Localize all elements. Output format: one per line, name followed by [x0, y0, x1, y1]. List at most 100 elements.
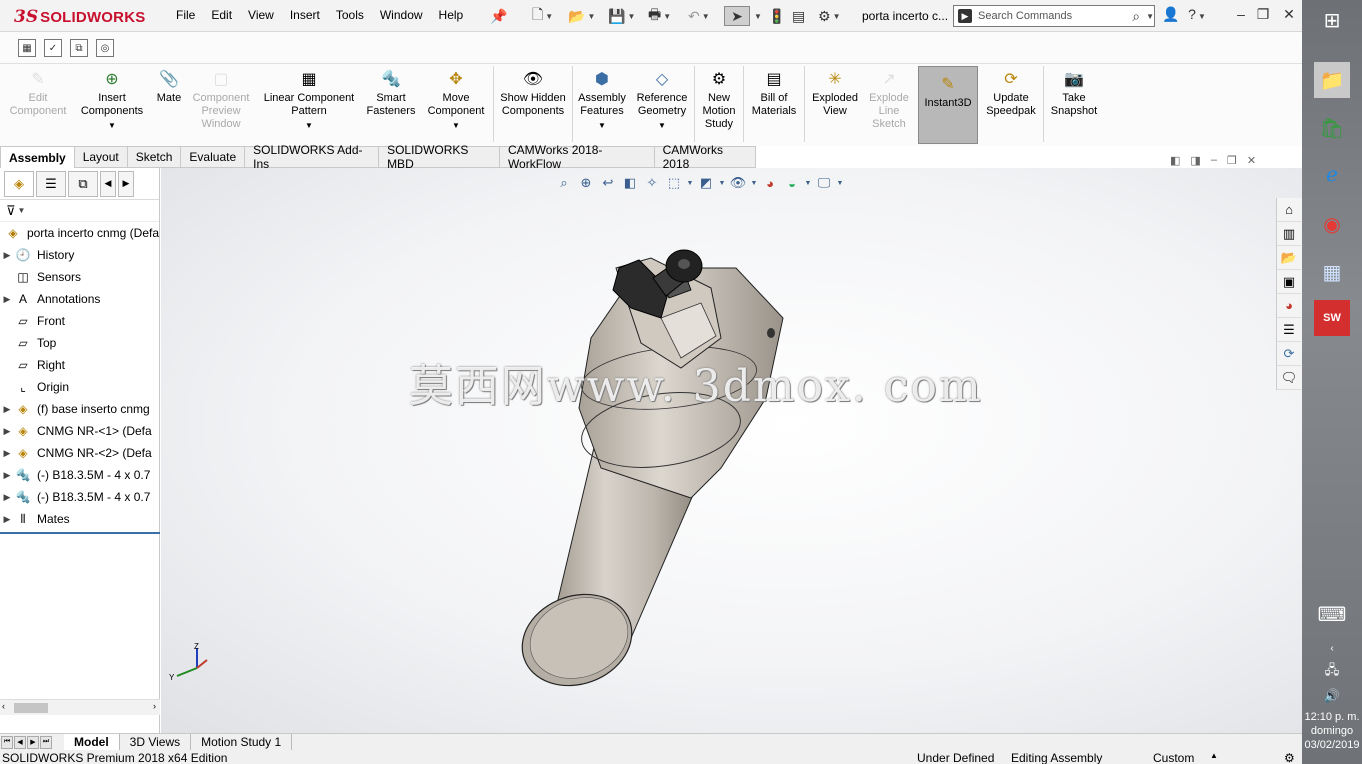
tree-item[interactable]: ▱ Top — [0, 332, 159, 354]
insert-components-button[interactable]: ⊕ Insert Components ▼ — [74, 68, 150, 144]
rollback-bar[interactable] — [0, 532, 160, 534]
menu-file[interactable]: File — [176, 8, 195, 22]
select-arrow-icon[interactable]: ➤ — [724, 6, 750, 26]
expand-arrow-icon[interactable]: ▶ — [0, 514, 14, 525]
undo-icon[interactable]: ↶ ▼ — [688, 6, 710, 26]
solidworks-forum-icon[interactable]: ⟳ — [1277, 342, 1301, 366]
scroll-right-icon[interactable]: ▶ — [118, 170, 134, 197]
filter-dropdown-icon[interactable]: ▼ — [18, 206, 26, 215]
expand-arrow-icon[interactable]: ▶ — [0, 448, 14, 459]
menu-insert[interactable]: Insert — [290, 8, 320, 22]
options-gear-icon[interactable]: ⚙ ▼ — [818, 6, 840, 26]
scroll-right-arrow-icon[interactable]: › — [153, 701, 156, 711]
edit-component-button[interactable]: ✎ Edit Component — [4, 68, 72, 144]
units-up-arrow-icon[interactable]: ▲ — [1210, 751, 1218, 760]
next-tab-icon[interactable]: ▶ — [27, 735, 39, 749]
graphics-viewport[interactable]: ⌕ ⊕ ↩ ◧ ✧ ⬚ ▼ ◩ ▼ 👁 ▼ ◕ ◒ ▼ 🖵 ▼ 莫西网www. … — [161, 168, 1302, 733]
custom-properties-icon[interactable]: ☰ — [1277, 318, 1301, 342]
menu-tools[interactable]: Tools — [336, 8, 364, 22]
select-dropdown-icon[interactable]: ▼ — [752, 6, 762, 26]
first-tab-icon[interactable]: ⏮ — [1, 735, 13, 749]
tab-sketch[interactable]: Sketch — [127, 146, 182, 168]
touch-keyboard-icon[interactable]: ⌨ — [1314, 596, 1350, 632]
expand-arrow-icon[interactable]: ▶ — [0, 404, 14, 415]
system-clock[interactable]: 12:10 p. m. domingo 03/02/2019 — [1302, 710, 1362, 752]
take-snapshot-button[interactable]: 📷 Take Snapshot — [1046, 68, 1102, 144]
expand-arrow-icon[interactable]: ▶ — [0, 250, 14, 261]
expand-arrow-icon[interactable]: ▶ — [0, 470, 14, 481]
tab-assembly[interactable]: Assembly — [0, 146, 75, 168]
tab-motion-study-1[interactable]: Motion Study 1 — [191, 734, 293, 750]
smart-fasteners-button[interactable]: 🔩 Smart Fasteners — [364, 68, 418, 144]
show-hidden-components-button[interactable]: 👁 Show Hidden Components — [496, 68, 570, 144]
doc-minimize-icon[interactable]: – — [1211, 154, 1217, 167]
scrollbar-thumb[interactable] — [14, 703, 48, 713]
design-library-icon[interactable]: ▥ — [1277, 222, 1301, 246]
dropdown-arrow-icon[interactable]: ▼ — [452, 119, 460, 132]
file-properties-icon[interactable]: ▤ — [792, 6, 805, 26]
status-settings-icon[interactable]: ⚙ — [1284, 751, 1295, 764]
tree-item[interactable]: ▶ ◈ CNMG NR-<2> (Defa — [0, 442, 159, 464]
scroll-left-arrow-icon[interactable]: ‹ — [2, 701, 5, 711]
search-dropdown-icon[interactable]: ▼ — [1146, 12, 1154, 21]
tab-model[interactable]: Model — [64, 734, 120, 750]
tree-item[interactable]: ▶ ◈ CNMG NR-<1> (Defa — [0, 420, 159, 442]
doc-close-icon[interactable]: ✕ — [1247, 154, 1256, 167]
feature-tree-tab-icon[interactable]: ◈ — [4, 170, 34, 197]
bill-of-materials-button[interactable]: ▤ Bill of Materials — [746, 68, 802, 144]
new-motion-study-button[interactable]: ⚙ New Motion Study — [697, 68, 741, 144]
expand-arrow-icon[interactable]: ▶ — [0, 294, 14, 305]
view-palette-icon[interactable]: ▣ — [1277, 270, 1301, 294]
configuration-manager-tab-icon[interactable]: ⧉ — [68, 170, 98, 197]
tab-3d-views[interactable]: 3D Views — [120, 734, 192, 750]
copy-icon[interactable]: ⧉ — [70, 39, 88, 57]
search-input[interactable]: Search Commands — [978, 10, 1132, 22]
dropdown-arrow-icon[interactable]: ▼ — [108, 119, 116, 132]
last-tab-icon[interactable]: ⏭ — [40, 735, 52, 749]
home-icon[interactable]: ⌂ — [1277, 198, 1301, 222]
dropdown-arrow-icon[interactable]: ▼ — [598, 119, 606, 132]
solidworks-logo[interactable]: 3S SOLIDWORKS — [14, 5, 145, 29]
menu-window[interactable]: Window — [380, 8, 423, 22]
scroll-left-icon[interactable]: ◀ — [100, 170, 116, 197]
instant3d-button[interactable]: ✎ Instant3D — [918, 66, 978, 144]
mate-button[interactable]: 📎 Mate — [152, 68, 186, 144]
solidworks-2018-taskbar-icon[interactable]: SW — [1314, 300, 1350, 336]
tree-item[interactable]: ▶ ◈ (f) base inserto cnmg — [0, 398, 159, 420]
tab-solidworks-mbd[interactable]: SOLIDWORKS MBD — [379, 143, 500, 171]
status-units[interactable]: Custom — [1153, 751, 1194, 764]
tab-layout[interactable]: Layout — [74, 146, 128, 168]
new-document-icon[interactable]: 🗋 ▼ — [532, 6, 553, 26]
chat-icon[interactable]: 🗨 — [1277, 366, 1301, 390]
chrome-icon[interactable]: ◉ — [1314, 206, 1350, 242]
rebuild-traffic-light-icon[interactable]: 🚦 — [768, 6, 785, 26]
move-component-button[interactable]: ✥ Move Component ▼ — [420, 68, 492, 144]
tab-solidworks-addins[interactable]: SOLIDWORKS Add-Ins — [245, 143, 380, 171]
search-commands-box[interactable]: ▶ Search Commands ⌕ ▼ — [953, 5, 1155, 27]
tree-filter[interactable]: ⊽ ▼ — [0, 200, 159, 222]
collapse-right-icon[interactable]: ◨ — [1190, 154, 1200, 167]
tree-item[interactable]: ▶ 🔩 (-) B18.3.5M - 4 x 0.7 — [0, 486, 159, 508]
tab-evaluate[interactable]: Evaluate — [181, 146, 246, 168]
exploded-view-button[interactable]: ✳ Exploded View — [806, 68, 864, 144]
tool-holder-model[interactable] — [161, 168, 1302, 733]
magnifier-icon[interactable]: ⌕ — [1132, 8, 1140, 25]
assembly-features-button[interactable]: ⬢ Assembly Features ▼ — [574, 68, 630, 144]
target-icon[interactable]: ◎ — [96, 39, 114, 57]
update-speedpak-button[interactable]: ⟳ Update Speedpak — [980, 68, 1042, 144]
property-manager-tab-icon[interactable]: ☰ — [36, 170, 66, 197]
layout-grid-icon[interactable]: ▦ — [18, 39, 36, 57]
windows-start-icon[interactable]: ⊞ — [1314, 2, 1350, 38]
component-preview-window-button[interactable]: ▢ Component Preview Window — [188, 68, 254, 144]
menu-help[interactable]: Help — [439, 8, 464, 22]
horizontal-scrollbar[interactable]: ‹ › — [0, 699, 160, 715]
explode-line-sketch-button[interactable]: ↗ Explode Line Sketch — [864, 68, 914, 144]
menu-edit[interactable]: Edit — [211, 8, 232, 22]
doc-restore-icon[interactable]: ❐ — [1227, 154, 1237, 167]
collapse-left-icon[interactable]: ◧ — [1170, 154, 1180, 167]
tab-camworks[interactable]: CAMWorks 2018 — [654, 143, 756, 171]
pin-icon[interactable]: 📌 — [490, 6, 507, 26]
close-icon[interactable]: ✕ — [1278, 6, 1300, 23]
tab-camworks-workflow[interactable]: CAMWorks 2018-WorkFlow — [499, 143, 655, 171]
reference-triad[interactable]: Z Y — [167, 642, 215, 682]
